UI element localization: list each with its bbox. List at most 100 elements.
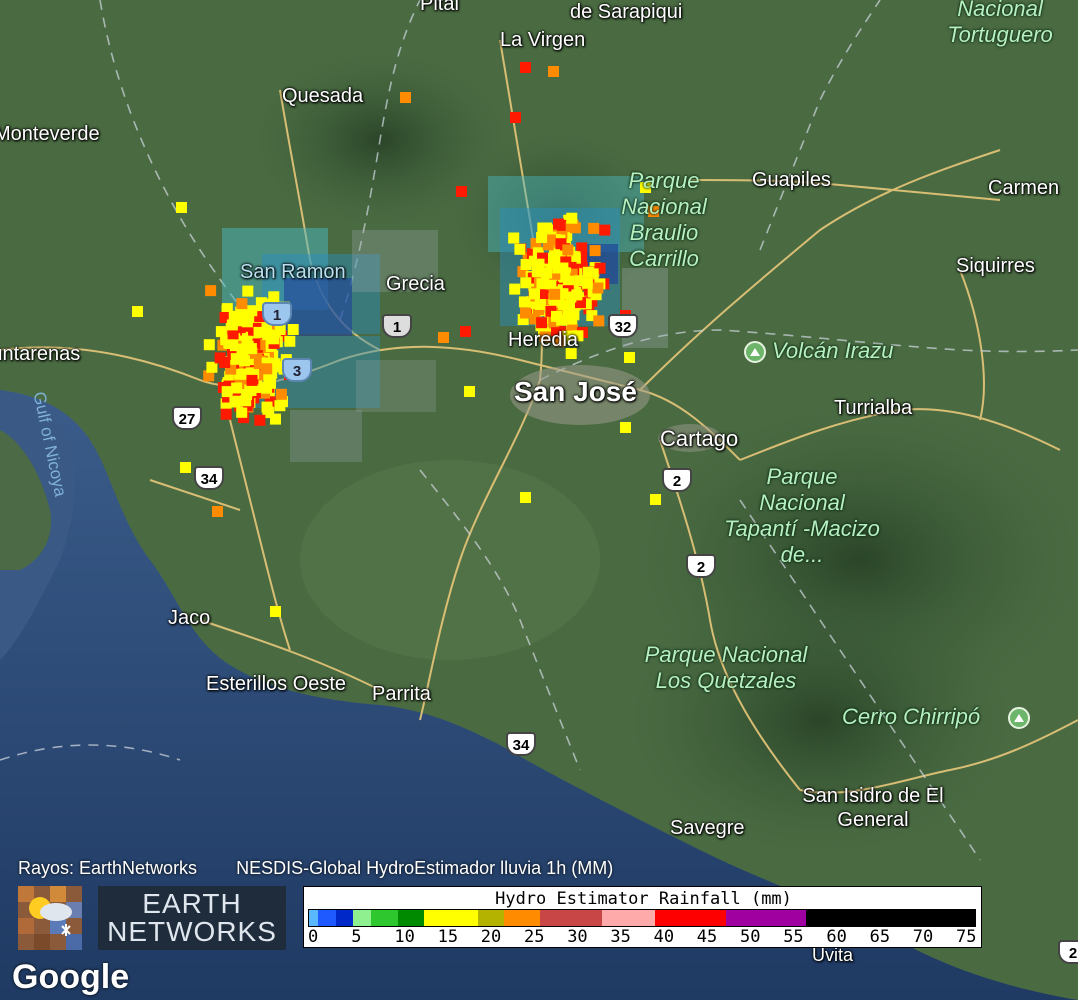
lightning-strike-marker — [261, 382, 273, 394]
lightning-strike-marker — [214, 352, 226, 364]
lightning-strike-marker — [245, 343, 257, 355]
lightning-strike-marker — [520, 307, 531, 319]
legend-ticks: 0 5 10 15 20 25 30 35 40 45 50 55 60 65 70 75 — [304, 927, 983, 947]
footer-credits: Rayos: EarthNetworks NESDIS-Global Hydro… — [18, 858, 647, 879]
lightning-strike-marker — [261, 363, 273, 375]
lightning-strike-marker — [562, 244, 574, 256]
lightning-strike-marker — [529, 288, 540, 300]
place-la-virgen: La Virgen — [500, 29, 586, 51]
route-shield-icon: 1 — [382, 314, 412, 338]
legend-swatch — [539, 910, 602, 926]
lightning-strike-marker — [581, 277, 593, 289]
legend-swatch — [309, 910, 318, 926]
route-shield-icon: 32 — [608, 314, 638, 338]
lightning-strike-marker — [536, 317, 548, 329]
lightning-strike-marker — [205, 285, 217, 297]
lightning-strike-marker — [508, 232, 520, 244]
legend-tick-label: 10 — [394, 927, 415, 947]
lightning-strike-marker — [536, 278, 548, 290]
lightning-strike-marker — [548, 66, 559, 77]
lightning-strike-marker — [132, 306, 143, 317]
lightning-strike-marker — [206, 361, 218, 373]
lightning-strike-marker — [650, 494, 661, 505]
lightning-strike-marker — [203, 339, 215, 351]
google-logo: Google — [12, 958, 130, 996]
route-shield-icon: 2 — [662, 468, 692, 492]
lightning-strike-marker — [460, 326, 471, 337]
weather-logo-icon — [18, 886, 82, 950]
lightning-strike-marker — [520, 492, 531, 503]
route-shield-icon: 34 — [194, 466, 224, 490]
lightning-strike-marker — [267, 329, 279, 341]
rainfall-legend: Hydro Estimator Rainfall (mm) 0 5 10 15 20 25… — [303, 886, 982, 948]
place-savegre: Savegre — [670, 817, 745, 839]
park-tapanti: Parque Nacional Tapantí -Macizo de... — [724, 464, 880, 567]
place-monteverde: Monteverde — [0, 123, 100, 145]
map-base — [0, 0, 1078, 1000]
lightning-strike-marker — [514, 243, 526, 255]
legend-swatch — [371, 910, 398, 926]
rain-credit: NESDIS-Global HydroEstimador lluvia 1h (… — [236, 858, 614, 878]
lightning-strike-marker — [241, 316, 253, 328]
legend-swatch — [655, 910, 727, 926]
lightning-strike-marker — [624, 352, 635, 363]
legend-tick-label: 30 — [567, 927, 588, 947]
lightning-strike-marker — [568, 309, 580, 321]
lightning-strike-marker — [620, 422, 631, 433]
legend-swatch — [806, 910, 975, 926]
lightning-strike-marker — [557, 262, 569, 274]
lightning-strike-marker — [226, 319, 238, 331]
place-cartago: Cartago — [660, 426, 739, 451]
lightning-strike-marker — [231, 382, 243, 394]
lightning-strike-marker — [270, 606, 281, 617]
lightning-strike-marker — [400, 92, 411, 103]
peak-volcan-irazu: Volcán Irazu — [772, 338, 894, 363]
lightning-strike-marker — [541, 267, 553, 279]
place-pital: Pital — [420, 0, 459, 15]
place-quesada: Quesada — [282, 85, 364, 107]
lightning-strike-marker — [582, 266, 594, 278]
lightning-strike-marker — [263, 373, 275, 385]
legend-tick-label: 20 — [480, 927, 502, 947]
route-shield-icon: 1 — [262, 302, 292, 326]
legend-tick-label: 75 — [956, 927, 977, 947]
lightning-strike-marker — [464, 386, 475, 397]
place-san-ramon: San Ramon — [240, 261, 346, 283]
lightning-strike-marker — [509, 283, 521, 295]
route-shield-icon: 34 — [506, 732, 536, 756]
legend-swatch — [397, 910, 425, 926]
route-shield-icon: 27 — [172, 406, 202, 430]
lightning-strike-marker — [589, 245, 601, 257]
legend-tick-label: 55 — [783, 927, 804, 947]
legend-tick-label: 60 — [826, 927, 847, 947]
place-san-jose: San José — [514, 376, 637, 407]
place-carmen: Carmen — [988, 177, 1060, 199]
place-de-sarapiqui: de Sarapiqui — [570, 1, 683, 23]
volcano-icon — [744, 341, 766, 363]
lightning-strike-marker — [520, 62, 531, 73]
place-san-isidro: San Isidro de El General — [802, 785, 944, 831]
lightning-strike-marker — [571, 289, 583, 301]
place-heredia: Heredia — [508, 329, 579, 351]
lightning-strike-marker — [593, 315, 605, 327]
place-puntarenas: Puntarenas — [0, 343, 81, 365]
lightning-strike-marker — [536, 232, 548, 243]
lightning-strike-marker — [284, 335, 296, 347]
lightning-strike-marker — [275, 388, 287, 400]
lightning-strike-marker — [241, 389, 253, 400]
lightning-strike-marker — [215, 326, 227, 338]
legend-tick-label: 70 — [912, 927, 934, 947]
place-guapiles: Guapiles — [752, 169, 831, 191]
park-braulio-carrillo: Parque Nacional Braulio Carrillo — [621, 168, 707, 271]
lightning-strike-marker — [456, 186, 467, 197]
satellite-map[interactable]: La Virgen de Sarapiqui Pital Quesada Mon… — [0, 0, 1078, 1000]
lightning-strike-marker — [592, 282, 604, 294]
lightning-strike-marker — [246, 305, 258, 317]
legend-title: Hydro Estimator Rainfall (mm) — [495, 889, 792, 909]
place-esterillos: Esterillos Oeste — [206, 673, 347, 695]
lightning-strike-marker — [534, 299, 546, 310]
park-tortuguero: Nacional Tortuguero — [947, 0, 1053, 47]
legend-swatch — [726, 910, 807, 926]
route-shield-icon: 2 — [686, 554, 716, 578]
lightning-strike-marker — [212, 506, 223, 517]
